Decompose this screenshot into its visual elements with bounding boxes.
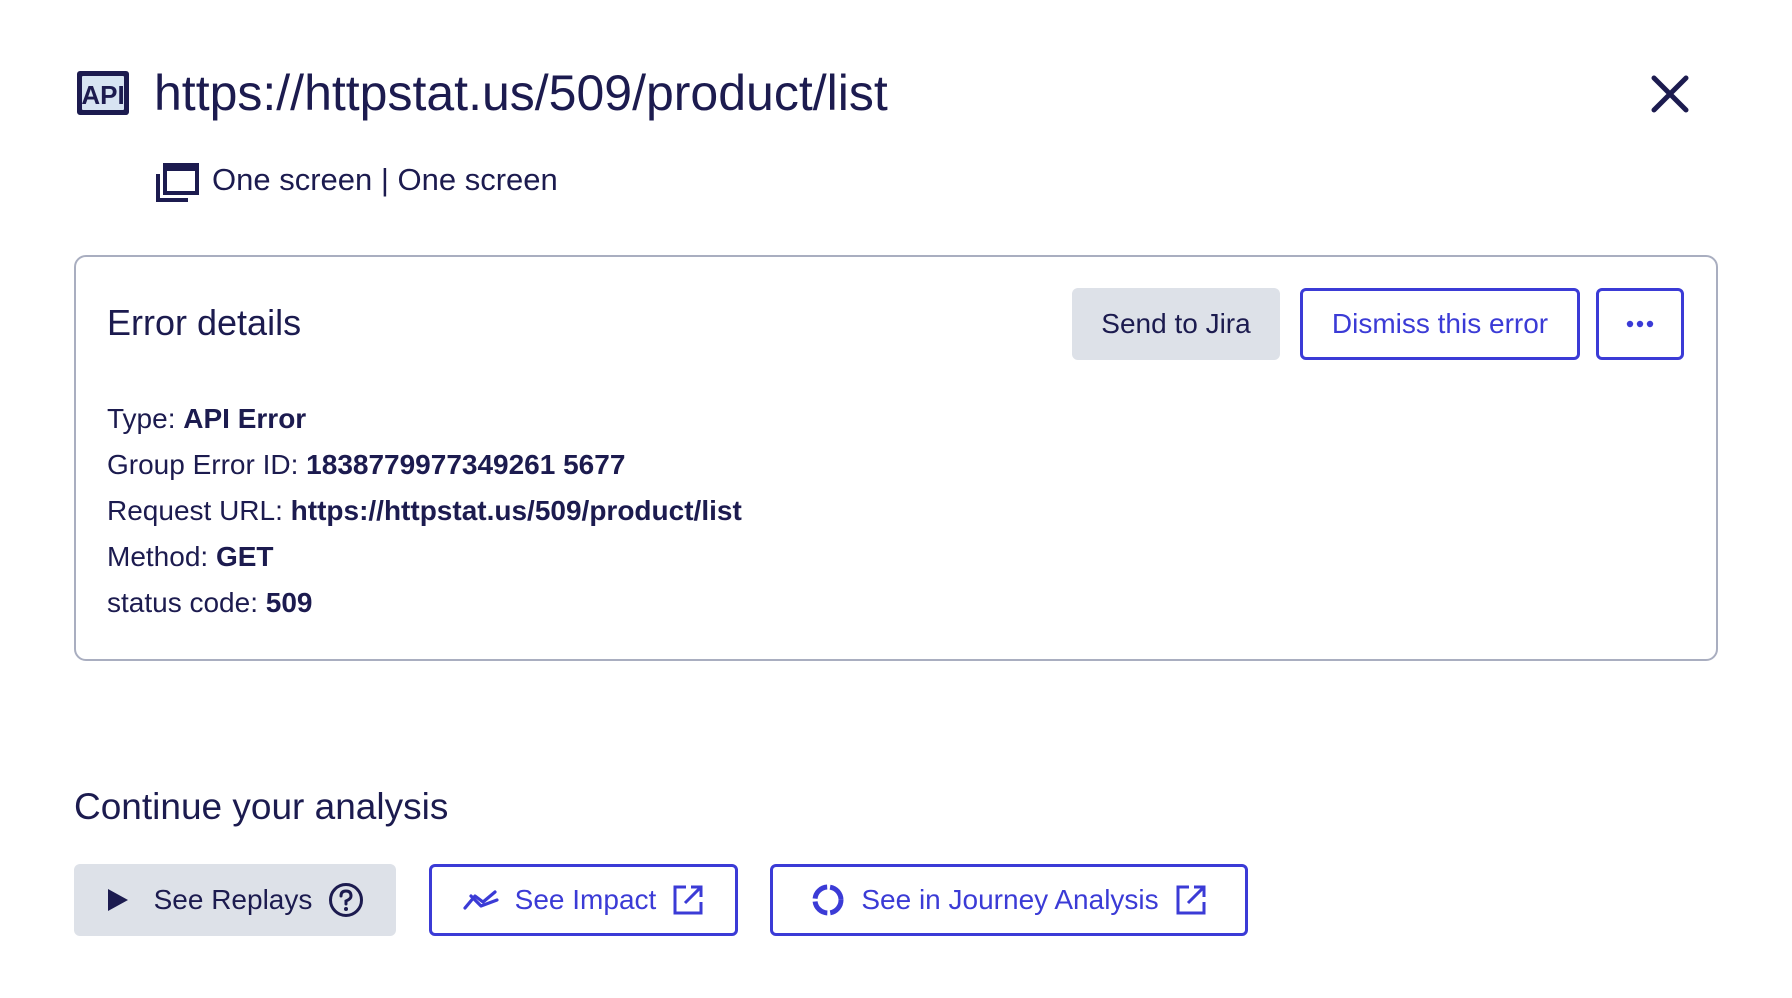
- see-impact-button[interactable]: See Impact: [429, 864, 738, 936]
- send-to-jira-button[interactable]: Send to Jira: [1072, 288, 1280, 360]
- detail-type: Type: API Error: [107, 403, 307, 434]
- send-to-jira-label: Send to Jira: [1101, 308, 1251, 339]
- play-icon: [107, 889, 128, 911]
- close-icon[interactable]: [1648, 72, 1692, 116]
- card-title: Error details: [107, 302, 302, 343]
- see-in-journey-analysis-button[interactable]: See in Journey Analysis: [770, 864, 1248, 936]
- detail-group-error-id: Group Error ID: 1838779977349261 5677: [107, 449, 626, 480]
- api-icon-label: API: [81, 80, 124, 110]
- api-icon: API: [77, 71, 129, 115]
- external-link-icon: [1176, 885, 1206, 915]
- more-icon: [1626, 320, 1654, 328]
- screens-text: One screen | One screen: [212, 162, 558, 197]
- more-options-button[interactable]: [1596, 288, 1684, 360]
- external-link-icon: [673, 885, 703, 915]
- help-icon: [329, 883, 364, 917]
- see-replays-button[interactable]: See Replays: [74, 864, 396, 936]
- trend-icon: [463, 890, 499, 910]
- detail-request-url: Request URL: https://httpstat.us/509/pro…: [107, 495, 742, 526]
- see-replays-label: See Replays: [153, 884, 313, 915]
- see-impact-label: See Impact: [514, 884, 657, 915]
- see-in-journey-analysis-label: See in Journey Analysis: [861, 884, 1159, 915]
- dismiss-error-label: Dismiss this error: [1331, 308, 1549, 339]
- section-title: Continue your analysis: [74, 786, 449, 827]
- page-title: https://httpstat.us/509/product/list: [154, 65, 888, 121]
- screens-icon: [156, 163, 199, 202]
- detail-method: Method: GET: [107, 541, 274, 572]
- detail-status-code: status code: 509: [107, 587, 313, 618]
- donut-icon: [812, 884, 844, 916]
- dismiss-error-button[interactable]: Dismiss this error: [1300, 288, 1580, 360]
